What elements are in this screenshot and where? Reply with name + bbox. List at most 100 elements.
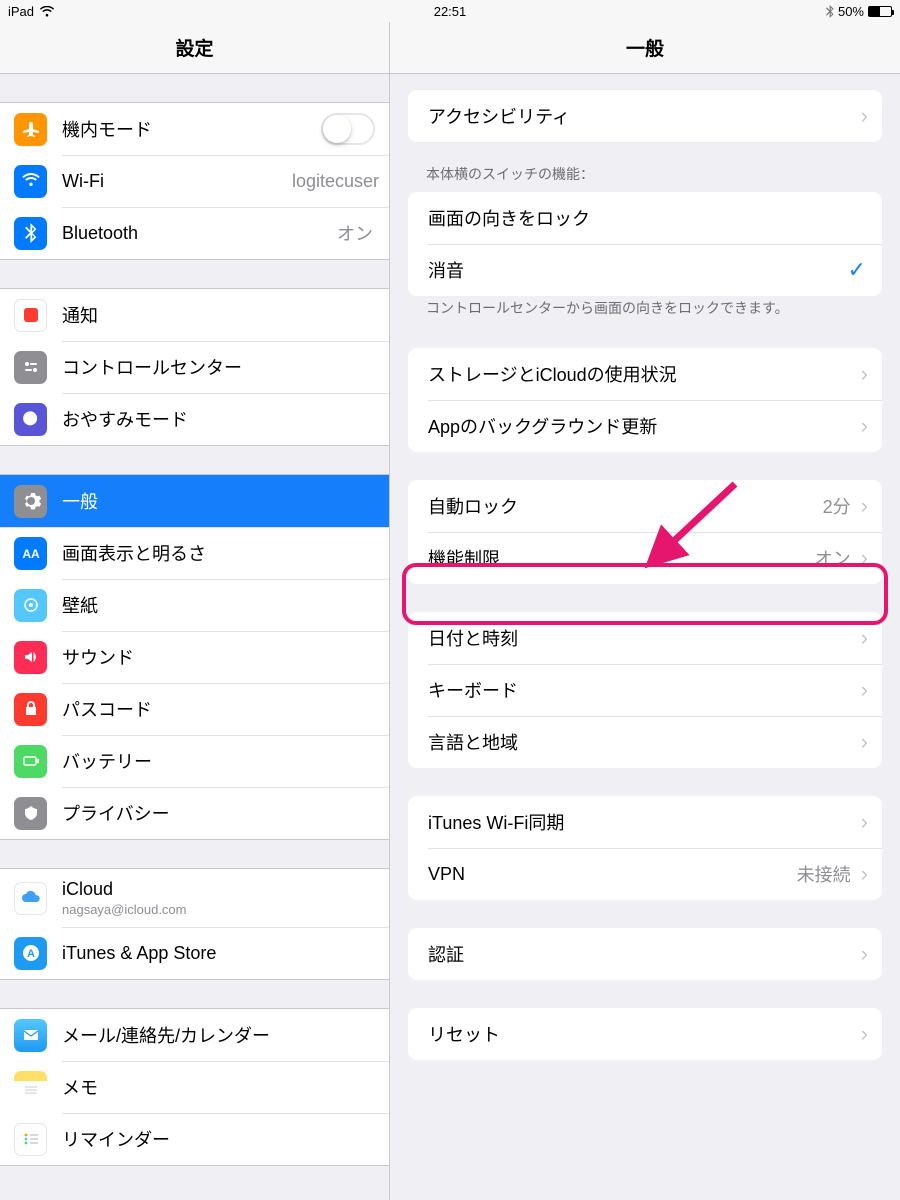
sidebar-group-notifications: 通知 コントロールセンター おやすみモード [0, 288, 389, 446]
detail-item-cert[interactable]: 認証 › [408, 928, 882, 980]
sidebar-item-passcode[interactable]: パスコード [0, 683, 389, 735]
dnd-icon [14, 403, 47, 436]
bluetooth-settings-icon [14, 217, 47, 250]
detail-group-reset: リセット › [408, 1008, 882, 1060]
sidebar-item-wifi[interactable]: Wi-Fi logitecuser [0, 155, 389, 207]
airplane-toggle[interactable] [321, 113, 375, 145]
sidebar-item-privacy[interactable]: プライバシー [0, 787, 389, 839]
chevron-right-icon: › [861, 413, 868, 439]
detail-item-language[interactable]: 言語と地域 › [408, 716, 882, 768]
detail-group-switch: 画面の向きをロック 消音 ✓ [408, 192, 882, 296]
sidebar-group-accounts: iCloud nagsaya@icloud.com A iTunes & App… [0, 868, 389, 980]
detail-item-accessibility[interactable]: アクセシビリティ › [408, 90, 882, 142]
notes-icon [14, 1071, 47, 1104]
notifications-label: 通知 [62, 302, 389, 328]
detail-pane: アクセシビリティ › 本体横のスイッチの機能： 画面の向きをロック 消音 ✓ コ… [390, 74, 900, 1200]
notes-label: メモ [62, 1074, 389, 1100]
chevron-right-icon: › [861, 809, 868, 835]
wifi-label: Wi-Fi [62, 171, 292, 192]
battery-pct: 50% [838, 4, 864, 19]
status-bar: iPad 22:51 50% [0, 0, 900, 22]
sidebar-item-notifications[interactable]: 通知 [0, 289, 389, 341]
bg-refresh-label: Appのバックグラウンド更新 [428, 413, 861, 439]
autolock-label: 自動ロック [428, 493, 823, 519]
bluetooth-icon [826, 5, 834, 18]
icloud-label: iCloud [62, 879, 389, 900]
sidebar-item-general[interactable]: 一般 [0, 475, 389, 527]
checkmark-icon: ✓ [848, 257, 866, 283]
chevron-right-icon: › [861, 625, 868, 651]
device-label: iPad [8, 4, 34, 19]
restrictions-value: オン [815, 545, 851, 571]
detail-item-datetime[interactable]: 日付と時刻 › [408, 612, 882, 664]
sidebar-title: 設定 [0, 22, 390, 73]
sidebar-item-icloud[interactable]: iCloud nagsaya@icloud.com [0, 869, 389, 927]
display-icon: AA [14, 537, 47, 570]
sounds-icon [14, 641, 47, 674]
sidebar: 機内モード Wi-Fi logitecuser Bluetooth オン [0, 74, 390, 1200]
icloud-sub: nagsaya@icloud.com [62, 902, 389, 917]
detail-group-sync: iTunes Wi-Fi同期 › VPN 未接続 › [408, 796, 882, 900]
detail-item-itunes-wifi[interactable]: iTunes Wi-Fi同期 › [408, 796, 882, 848]
mail-label: メール/連絡先/カレンダー [62, 1022, 389, 1048]
sounds-label: サウンド [62, 644, 389, 670]
itunes-label: iTunes & App Store [62, 943, 389, 964]
icloud-icon [14, 882, 47, 915]
detail-item-storage[interactable]: ストレージとiCloudの使用状況 › [408, 348, 882, 400]
passcode-label: パスコード [62, 696, 389, 722]
lock-rotation-label: 画面の向きをロック [428, 205, 882, 231]
switch-footer: コントロールセンターから画面の向きをロックできます。 [390, 298, 900, 326]
sidebar-item-notes[interactable]: メモ [0, 1061, 389, 1113]
sidebar-item-mail[interactable]: メール/連絡先/カレンダー [0, 1009, 389, 1061]
wifi-value: logitecuser [292, 171, 379, 192]
chevron-right-icon: › [861, 1021, 868, 1047]
control-center-icon [14, 351, 47, 384]
control-center-label: コントロールセンター [62, 354, 389, 380]
battery-icon [868, 6, 892, 17]
reset-label: リセット [428, 1021, 861, 1047]
detail-item-autolock[interactable]: 自動ロック 2分 › [408, 480, 882, 532]
sidebar-item-airplane[interactable]: 機内モード [0, 103, 389, 155]
privacy-icon [14, 797, 47, 830]
detail-item-lock-rotation[interactable]: 画面の向きをロック [408, 192, 882, 244]
sidebar-item-control-center[interactable]: コントロールセンター [0, 341, 389, 393]
display-label: 画面表示と明るさ [62, 540, 389, 566]
chevron-right-icon: › [861, 729, 868, 755]
sidebar-group-apps: メール/連絡先/カレンダー メモ リマインダー [0, 1008, 389, 1166]
detail-item-reset[interactable]: リセット › [408, 1008, 882, 1060]
reminders-label: リマインダー [62, 1126, 389, 1152]
sidebar-item-display[interactable]: AA 画面表示と明るさ [0, 527, 389, 579]
sidebar-item-sounds[interactable]: サウンド [0, 631, 389, 683]
itunes-wifi-label: iTunes Wi-Fi同期 [428, 809, 861, 835]
autolock-value: 2分 [823, 493, 851, 519]
language-label: 言語と地域 [428, 729, 861, 755]
battery-label: バッテリー [62, 748, 389, 774]
sidebar-item-itunes[interactable]: A iTunes & App Store [0, 927, 389, 979]
chevron-right-icon: › [861, 861, 868, 887]
svg-text:A: A [27, 948, 35, 960]
detail-item-mute[interactable]: 消音 ✓ [408, 244, 882, 296]
appstore-icon: A [14, 937, 47, 970]
detail-item-vpn[interactable]: VPN 未接続 › [408, 848, 882, 900]
accessibility-label: アクセシビリティ [428, 103, 861, 129]
privacy-label: プライバシー [62, 800, 389, 826]
mute-label: 消音 [428, 257, 848, 283]
detail-item-keyboard[interactable]: キーボード › [408, 664, 882, 716]
sidebar-item-dnd[interactable]: おやすみモード [0, 393, 389, 445]
wifi-settings-icon [14, 165, 47, 198]
detail-group-datetime: 日付と時刻 › キーボード › 言語と地域 › [408, 612, 882, 768]
chevron-right-icon: › [861, 677, 868, 703]
sidebar-item-bluetooth[interactable]: Bluetooth オン [0, 207, 389, 259]
keyboard-label: キーボード [428, 677, 861, 703]
svg-text:AA: AA [22, 547, 40, 561]
sidebar-item-wallpaper[interactable]: 壁紙 [0, 579, 389, 631]
sidebar-item-reminders[interactable]: リマインダー [0, 1113, 389, 1165]
detail-group-cert: 認証 › [408, 928, 882, 980]
detail-group-autolock: 自動ロック 2分 › 機能制限 オン › [408, 480, 882, 584]
detail-item-bg-refresh[interactable]: Appのバックグラウンド更新 › [408, 400, 882, 452]
sidebar-item-battery[interactable]: バッテリー [0, 735, 389, 787]
restrictions-label: 機能制限 [428, 545, 815, 571]
detail-item-restrictions[interactable]: 機能制限 オン › [408, 532, 882, 584]
cert-label: 認証 [428, 941, 861, 967]
chevron-right-icon: › [861, 545, 868, 571]
